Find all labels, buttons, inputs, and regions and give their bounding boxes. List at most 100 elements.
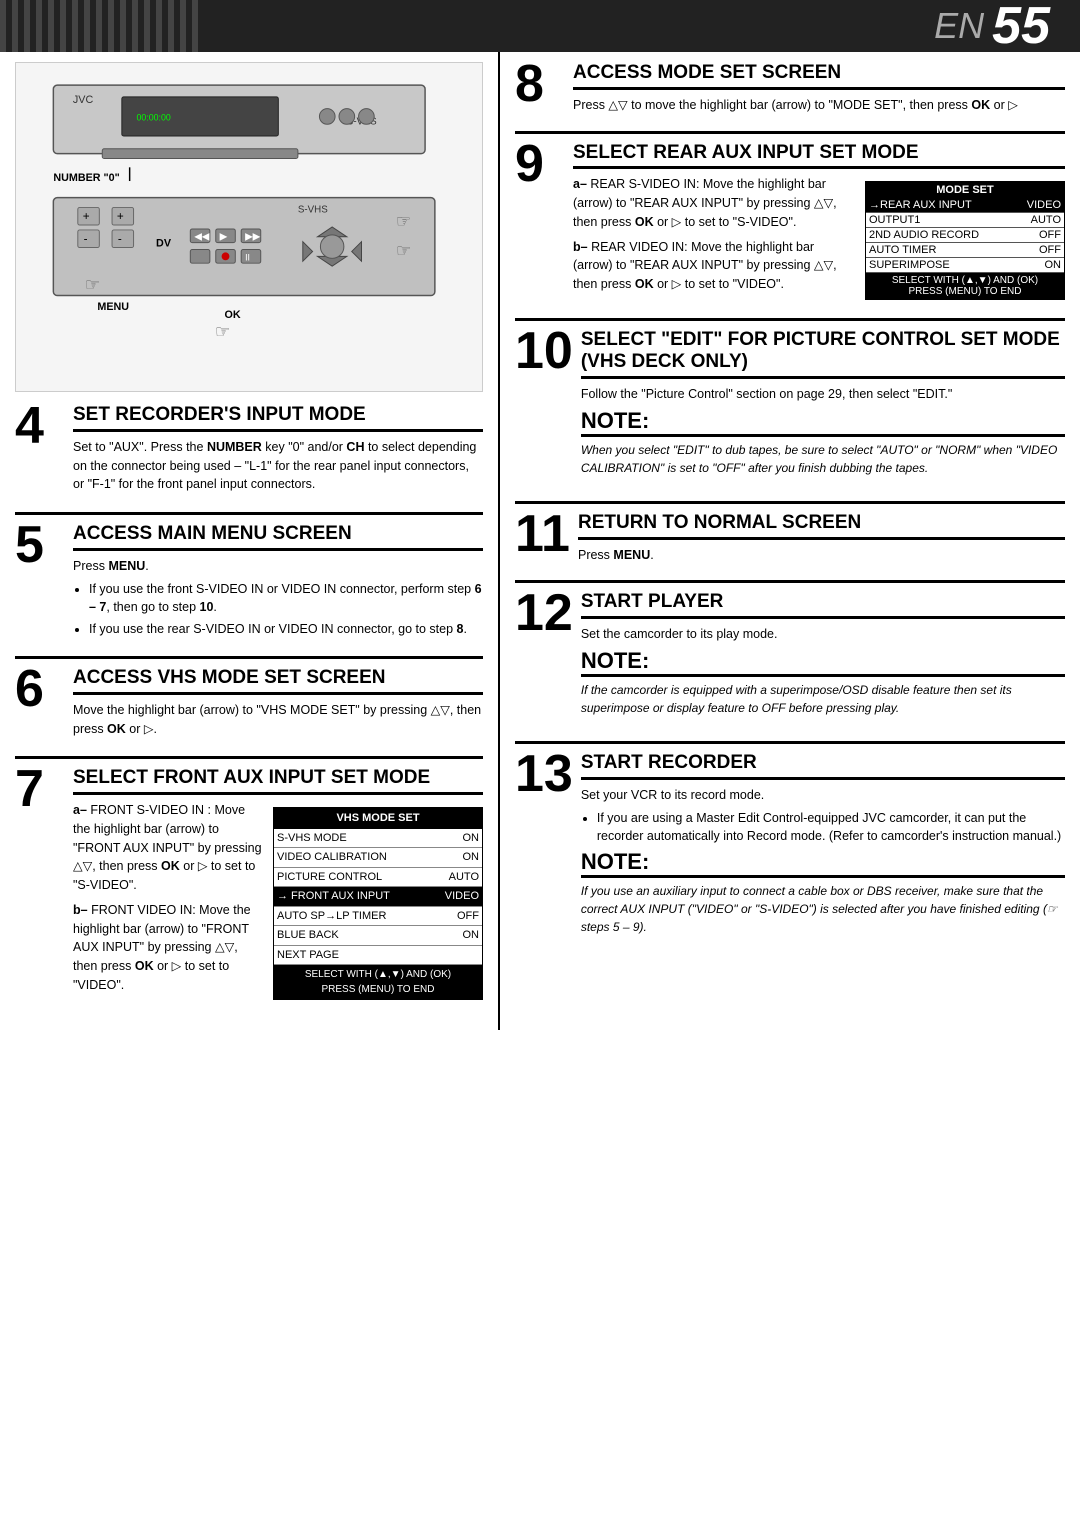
svg-text:II: II — [245, 252, 250, 262]
step11-content: Return To Normal Screen Press MENU. — [578, 512, 1065, 569]
svg-text:NUMBER "0": NUMBER "0" — [53, 172, 119, 184]
vhs-row-pic: PICTURE CONTROLAUTO — [274, 868, 482, 888]
svg-text:☞: ☞ — [215, 322, 231, 342]
svg-text:+: + — [83, 210, 90, 223]
step10-note-body: When you select "EDIT" to dub tapes, be … — [581, 441, 1065, 477]
en-label: EN — [934, 5, 984, 47]
svg-text:◀◀: ◀◀ — [194, 232, 210, 243]
page-header: EN 55 — [0, 0, 1080, 52]
vhs-table-header: VHS MODE SET — [274, 808, 482, 829]
svg-text:00:00:00: 00:00:00 — [137, 112, 171, 122]
divider-step6-7 — [15, 756, 483, 759]
divider-step9-10 — [515, 318, 1065, 321]
step9-mode-table: MODE SET →REAR AUX INPUTVIDEO OUTPUT1AUT… — [865, 181, 1065, 300]
step4-body: Set to "AUX". Press the NUMBER key "0" a… — [73, 438, 483, 494]
svg-text:S-VHS: S-VHS — [298, 204, 328, 215]
page-number: 55 — [992, 0, 1050, 56]
step10-note: Note: When you select "EDIT" to dub tape… — [581, 408, 1065, 477]
step13-title: Start Recorder — [581, 752, 1065, 780]
step5-section: 5 Access Main Menu Screen Press MENU. If… — [15, 523, 483, 642]
step8-title: Access Mode Set Screen — [573, 62, 1065, 90]
svg-text:☞: ☞ — [396, 211, 412, 231]
vhs-row-svhs: S-VHS MODEON — [274, 829, 482, 849]
vhs-row-frontaux: → FRONT AUX INPUTVIDEO — [274, 887, 482, 907]
mode-row-output: OUTPUT1AUTO — [866, 213, 1064, 228]
mode-table-header: MODE SET — [866, 182, 1064, 198]
divider-step8-9 — [515, 131, 1065, 134]
divider-step12-13 — [515, 741, 1065, 744]
right-column: 8 Access Mode Set Screen Press △▽ to mov… — [500, 52, 1080, 1030]
mode-row-super: SUPERIMPOSEON — [866, 258, 1064, 273]
vhs-table-footer: SELECT WITH (▲,▼) AND (OK)PRESS (MENU) T… — [274, 965, 482, 999]
step9-text: a– REAR S-VIDEO IN: Move the highlight b… — [573, 175, 855, 306]
vhs-row-next: NEXT PAGE — [274, 946, 482, 966]
step12-note-body: If the camcorder is equipped with a supe… — [581, 681, 1065, 717]
step9-inner: a– REAR S-VIDEO IN: Move the highlight b… — [573, 175, 1065, 306]
svg-text:DV: DV — [156, 238, 172, 250]
step10-body: Follow the "Picture Control" section on … — [581, 385, 1065, 404]
step12-section: 12 Start Player Set the camcorder to its… — [515, 591, 1065, 729]
mode-table-footer: SELECT WITH (▲,▼) AND (OK)PRESS (MENU) T… — [866, 273, 1064, 299]
step4-section: 4 Set Recorder's Input Mode Set to "AUX"… — [15, 404, 483, 498]
step5-number: 5 — [15, 519, 65, 571]
divider-step11-12 — [515, 580, 1065, 583]
step4-number: 4 — [15, 400, 65, 452]
step5-title: Access Main Menu Screen — [73, 523, 483, 551]
step7-content: Select Front Aux Input Set Mode a– FRONT… — [73, 767, 483, 1006]
svg-text:+: + — [117, 210, 124, 223]
step7-inner: a– FRONT S-VIDEO IN : Move the highlight… — [73, 801, 483, 1006]
step13-note: Note: If you use an auxiliary input to c… — [581, 849, 1065, 936]
step6-section: 6 Access VHS Mode Set Screen Move the hi… — [15, 667, 483, 742]
step13-body: Set your VCR to its record mode. If you … — [581, 786, 1065, 846]
step7-text: a– FRONT S-VIDEO IN : Move the highlight… — [73, 801, 263, 1006]
step6-content: Access VHS Mode Set Screen Move the high… — [73, 667, 483, 742]
step7-number: 7 — [15, 763, 65, 815]
svg-text:-: - — [118, 233, 122, 246]
svg-text:JVC: JVC — [73, 94, 94, 106]
svg-text:▶▶: ▶▶ — [245, 232, 261, 243]
divider-step10-11 — [515, 501, 1065, 504]
step9-title: Select Rear Aux Input Set Mode — [573, 142, 1065, 170]
step5-body: Press MENU. If you use the front S-VIDEO… — [73, 557, 483, 639]
step12-content: Start Player Set the camcorder to its pl… — [581, 591, 1065, 729]
step8-number: 8 — [515, 58, 565, 110]
step10-content: Select "Edit" For Picture Control Set Mo… — [581, 329, 1065, 488]
svg-text:-: - — [84, 233, 88, 246]
header-stripes — [0, 0, 200, 52]
step7-body: a– FRONT S-VIDEO IN : Move the highlight… — [73, 801, 483, 1006]
step13-note-body: If you use an auxiliary input to connect… — [581, 882, 1065, 936]
svg-text:OK: OK — [225, 309, 241, 321]
divider-step4-5 — [15, 512, 483, 515]
vhs-row-timer: AUTO SP→LP TIMEROFF — [274, 907, 482, 927]
step11-section: 11 Return To Normal Screen Press MENU. — [515, 512, 1065, 569]
step12-note-title: Note: — [581, 648, 1065, 677]
step9-content: Select Rear Aux Input Set Mode a– REAR S… — [573, 142, 1065, 307]
step6-title: Access VHS Mode Set Screen — [73, 667, 483, 695]
step7-section: 7 Select Front Aux Input Set Mode a– FRO… — [15, 767, 483, 1006]
step6-body: Move the highlight bar (arrow) to "VHS M… — [73, 701, 483, 739]
step5-content: Access Main Menu Screen Press MENU. If y… — [73, 523, 483, 642]
mode-row-timer: AUTO TIMEROFF — [866, 243, 1064, 258]
step7-vhs-table: VHS MODE SET S-VHS MODEON VIDEO CALIBRAT… — [273, 801, 483, 1006]
step8-body: Press △▽ to move the highlight bar (arro… — [573, 96, 1065, 115]
step10-number: 10 — [515, 325, 573, 377]
svg-text:☞: ☞ — [396, 240, 412, 260]
left-column: JVC S-VHS 00:00:00 NUMBER "0" + — [0, 52, 500, 1030]
device-illustration: JVC S-VHS 00:00:00 NUMBER "0" + — [15, 62, 483, 392]
step13-number: 13 — [515, 748, 573, 800]
vhs-row-blue: BLUE BACKON — [274, 926, 482, 946]
svg-text:▶: ▶ — [220, 232, 228, 243]
step7-title: Select Front Aux Input Set Mode — [73, 767, 483, 795]
divider-step5-6 — [15, 656, 483, 659]
mode-row-rearaux: →REAR AUX INPUTVIDEO — [866, 198, 1064, 213]
step9-section: 9 Select Rear Aux Input Set Mode a– REAR… — [515, 142, 1065, 307]
step4-content: Set Recorder's Input Mode Set to "AUX". … — [73, 404, 483, 498]
mode-row-audio: 2ND AUDIO RECORDOFF — [866, 228, 1064, 243]
step6-number: 6 — [15, 663, 65, 715]
step12-body: Set the camcorder to its play mode. — [581, 625, 1065, 644]
vhs-row-vcal: VIDEO CALIBRATIONON — [274, 848, 482, 868]
step13-section: 13 Start Recorder Set your VCR to its re… — [515, 752, 1065, 948]
step10-title: Select "Edit" For Picture Control Set Mo… — [581, 329, 1065, 379]
step12-note: Note: If the camcorder is equipped with … — [581, 648, 1065, 717]
step10-section: 10 Select "Edit" For Picture Control Set… — [515, 329, 1065, 488]
